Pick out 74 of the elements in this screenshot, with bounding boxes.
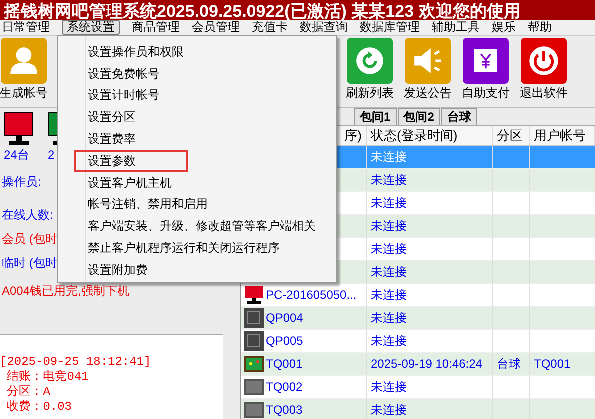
info-label: 在线人数: [2, 207, 54, 223]
menu-item[interactable]: 数据库管理 [360, 21, 420, 34]
table-cell-text: 未连接 [371, 149, 407, 166]
log-line: 收费：0.03 [6, 400, 74, 415]
table-cell-text: 未连接 [371, 310, 407, 327]
log-line: [2025-09-25 18:12:41] [0, 355, 152, 370]
menu-item[interactable]: 会员管理 [192, 21, 240, 34]
tab[interactable]: 包间2 [398, 108, 440, 125]
column-header[interactable]: 分区 [493, 126, 530, 145]
power-icon [521, 38, 567, 84]
table-cell-text: 未连接 [371, 241, 407, 258]
table-cell-text: 未连接 [371, 333, 407, 350]
menu-item[interactable]: 设置操作员和权限 [86, 41, 316, 63]
table-cell-text: 未连接 [371, 218, 407, 235]
table-row[interactable]: TQ002 未连接 [241, 376, 595, 399]
billiard-table-icon [244, 354, 264, 374]
menu-item[interactable]: 设置免费帐号 [86, 62, 316, 85]
notice-text: A004钱已用完,强制下机 [1, 284, 130, 298]
tab[interactable]: 台球 [441, 108, 478, 125]
console-icon [244, 308, 264, 328]
billiard-table-icon [244, 400, 264, 419]
table-row[interactable]: QP004 未连接 [241, 307, 595, 330]
table-row[interactable]: QP005 未连接 [241, 330, 595, 353]
menu-item[interactable]: 充值卡 [252, 21, 288, 34]
menu-item[interactable]: 系统设置 [62, 20, 120, 35]
table-cell-text: TQ003 [266, 402, 303, 419]
info-label: 临时 (包时 [2, 255, 58, 271]
menu-item[interactable]: 商品管理 [132, 21, 180, 34]
table-cell-text: 未连接 [371, 287, 407, 304]
log-line: 分区：A [6, 385, 52, 400]
table-cell-text: 未连接 [371, 402, 407, 419]
refresh-icon [347, 38, 393, 84]
menu-item[interactable]: 娱乐 [492, 21, 516, 34]
count-label: 2 [48, 147, 55, 164]
billiard-table-icon [244, 377, 264, 397]
table-cell-text: TQ001 [266, 356, 303, 373]
menu-item[interactable]: 数据查询 [300, 21, 348, 34]
menu-item[interactable]: 辅助工具 [432, 21, 480, 34]
table-cell-text: TQ002 [266, 379, 303, 396]
menu-item[interactable]: 设置参数 [74, 150, 188, 172]
toolbar-button[interactable]: 发送公告 [404, 38, 452, 102]
menu-item[interactable]: 设置计时帐号 [86, 84, 316, 106]
table-cell-text: 2025-09-19 10:46:24 [371, 356, 482, 373]
menu-item[interactable]: 日常管理 [2, 21, 50, 34]
table-cell-text: 未连接 [371, 195, 407, 212]
count-label: 24台 [4, 147, 30, 164]
table-cell-text: 未连接 [371, 172, 407, 189]
menu-item[interactable]: 帮助 [528, 21, 552, 34]
column-header[interactable]: 状态(登录时间) [367, 126, 493, 145]
table-cell-text: PC-201605050... [266, 287, 357, 304]
tab[interactable]: 包间1 [354, 108, 397, 125]
toolbar-button[interactable]: 退出软件 [520, 38, 568, 102]
table-cell-text: 未连接 [371, 264, 407, 281]
person-icon [1, 38, 47, 84]
table-row[interactable]: TQ003 未连接 [241, 399, 595, 419]
table-cell-text: 台球 [497, 356, 521, 373]
log-line: 结账：电竞041 [6, 370, 90, 385]
table-cell-text: 未连接 [371, 379, 407, 396]
menu-item[interactable]: 设置分区 [86, 106, 316, 128]
table-cell-text: QP004 [266, 310, 304, 327]
speaker-icon [405, 38, 451, 84]
console-icon [244, 331, 264, 351]
toolbar-button[interactable]: 生成帐号 [0, 38, 48, 102]
info-label: 会员 (包时 [2, 231, 58, 247]
table-cell-text: QP005 [266, 333, 304, 350]
table-cell-text: TQ001 [534, 356, 571, 373]
toolbar-button[interactable]: 自助支付 [462, 38, 510, 102]
table-row[interactable]: PC-201605050... 未连接 [241, 284, 595, 307]
column-header[interactable]: 用户帐号 [530, 126, 595, 145]
pc-icon [244, 285, 264, 305]
info-label: 操作员: [2, 174, 42, 190]
table-row[interactable]: TQ001 2025-09-19 10:46:24 台球 TQ001 [241, 353, 595, 376]
yen-icon [463, 38, 509, 84]
toolbar-button[interactable]: 刷新列表 [346, 38, 394, 102]
